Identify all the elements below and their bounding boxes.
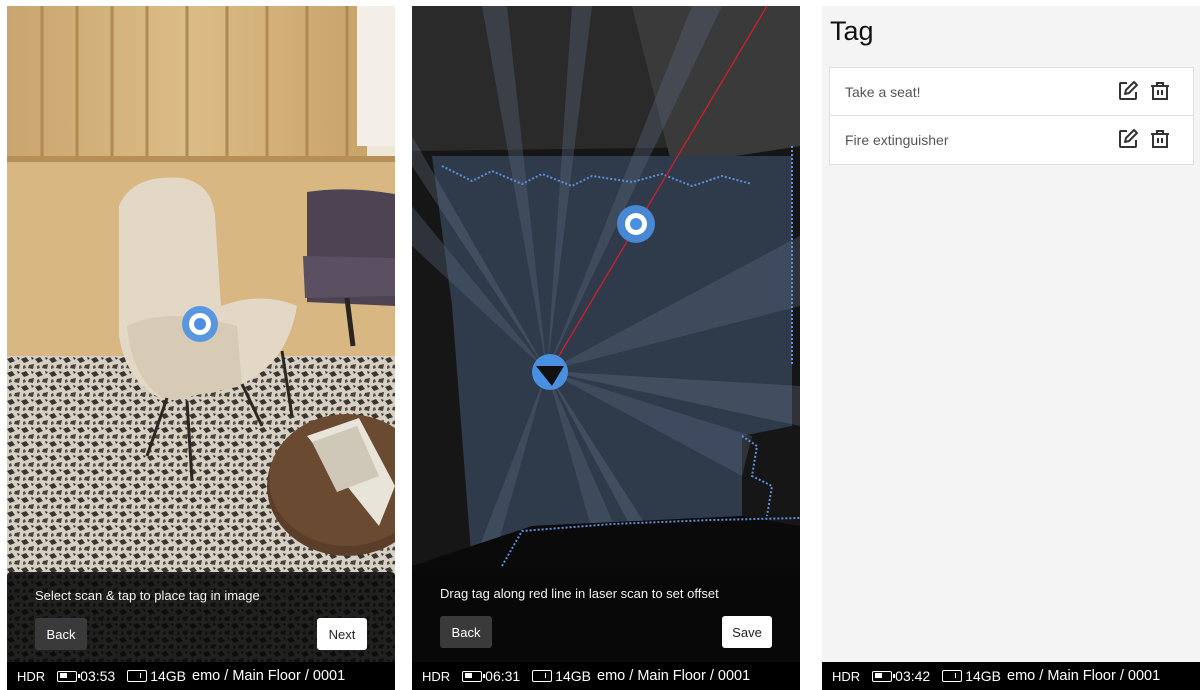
hdr-label: HDR — [832, 668, 861, 684]
instruction-card: Select scan & tap to place tag in image … — [7, 572, 395, 662]
battery-icon — [57, 670, 81, 682]
storage-icon — [942, 670, 963, 682]
list-item[interactable]: Take a seat! — [830, 68, 1193, 116]
scan-path: emo / Main Floor / 0001 — [1007, 668, 1161, 684]
trash-icon[interactable] — [1149, 80, 1171, 102]
trash-icon[interactable] — [1149, 128, 1171, 150]
tag-list-screen: Tag Take a seat! Fire extinguisher HDR 0… — [822, 6, 1200, 690]
instruction-card: Drag tag along red line in laser scan to… — [412, 570, 800, 660]
tag-label: Fire extinguisher — [845, 132, 949, 148]
page-title: Tag — [830, 16, 874, 46]
tag-label: Take a seat! — [845, 83, 921, 100]
storage-icon — [127, 670, 148, 682]
battery-icon — [462, 670, 486, 682]
back-button[interactable]: Back — [440, 616, 492, 648]
battery-icon — [872, 670, 896, 682]
status-bar: HDR 03:42 14GB emo / Main Floor / 0001 — [822, 662, 1200, 690]
position-arrow-icon — [532, 354, 568, 390]
tag-list: Take a seat! Fire extinguisher — [829, 67, 1194, 165]
place-tag-screen: Select scan & tap to place tag in image … — [7, 6, 395, 690]
hdr-label: HDR — [17, 668, 46, 684]
target-ring-icon[interactable] — [617, 205, 655, 243]
set-offset-screen: Drag tag along red line in laser scan to… — [412, 6, 800, 690]
next-button[interactable]: Next — [317, 618, 367, 650]
list-item[interactable]: Fire extinguisher — [830, 116, 1193, 164]
scan-path: emo / Main Floor / 0001 — [597, 668, 751, 684]
save-button[interactable]: Save — [722, 616, 772, 648]
edit-pencil-icon[interactable] — [1117, 80, 1139, 102]
target-ring-icon[interactable] — [182, 306, 218, 342]
scan-path: emo / Main Floor / 0001 — [192, 668, 346, 684]
back-button[interactable]: Back — [35, 618, 87, 650]
recording-time: 03:42 — [895, 668, 931, 684]
hdr-label: HDR — [422, 668, 451, 684]
storage-icon — [532, 670, 553, 682]
storage-free: 14GB — [555, 668, 592, 684]
storage-free: 14GB — [150, 668, 187, 684]
instruction-text: Drag tag along red line in laser scan to… — [440, 586, 719, 601]
recording-time: 06:31 — [485, 668, 521, 684]
edit-pencil-icon[interactable] — [1117, 128, 1139, 150]
status-bar: HDR 06:31 14GB emo / Main Floor / 0001 — [412, 662, 800, 690]
storage-free: 14GB — [965, 668, 1002, 684]
recording-time: 03:53 — [80, 668, 116, 684]
instruction-text: Select scan & tap to place tag in image — [35, 588, 260, 603]
status-bar: HDR 03:53 14GB emo / Main Floor / 0001 — [7, 662, 395, 690]
